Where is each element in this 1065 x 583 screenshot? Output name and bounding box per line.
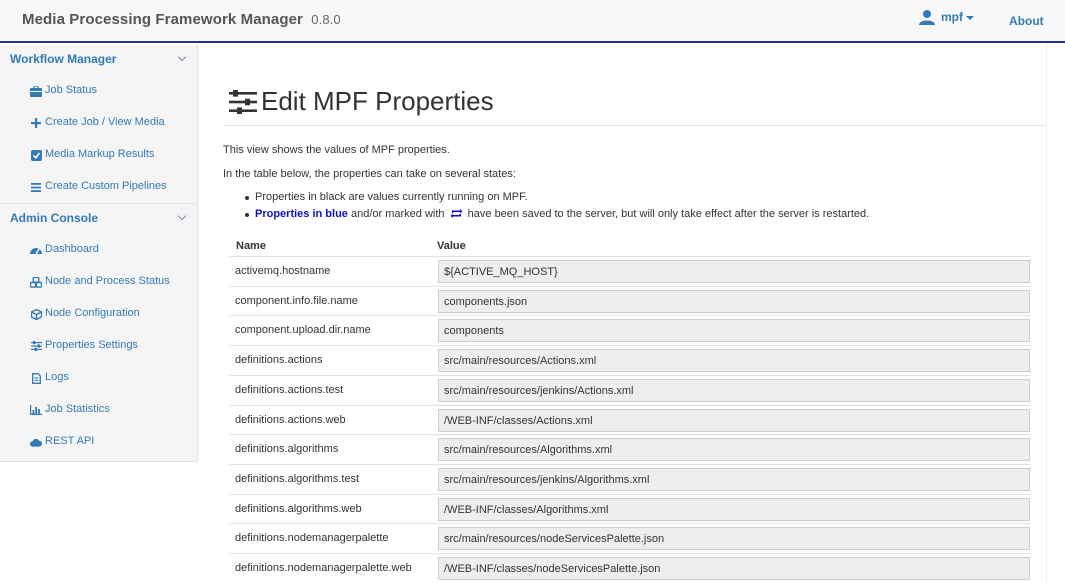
sidebar-item-logs[interactable]: Logs: [0, 362, 197, 394]
property-name: definitions.nodemanagerpalette.web: [235, 562, 412, 574]
property-name: component.upload.dir.name: [235, 324, 371, 337]
title-divider: [223, 125, 1046, 126]
sidebar-item-label: Properties Settings: [45, 339, 138, 351]
property-name: definitions.nodemanagerpalette: [235, 532, 389, 545]
property-name: definitions.actions.web: [235, 413, 346, 426]
property-value-field[interactable]: src/main/resources/jenkins/Actions.xml: [438, 378, 1030, 402]
sidebar-item-node-configuration[interactable]: Node Configuration: [0, 298, 197, 330]
content-border: [1046, 45, 1047, 583]
sliders-icon: [30, 340, 42, 352]
property-name: definitions.actions: [235, 354, 323, 367]
caret-down-icon: [966, 15, 974, 20]
check-square-icon: [30, 149, 42, 161]
file-icon: [30, 372, 42, 384]
list-icon: [30, 181, 42, 193]
sidebar-item-properties-settings[interactable]: Properties Settings: [0, 330, 197, 362]
cubes-icon: [30, 276, 42, 288]
property-value-field[interactable]: ${ACTIVE_MQ_HOST}: [438, 260, 1030, 283]
refresh-icon: [450, 209, 463, 218]
sidebar-item-media-markup-results[interactable]: Media Markup Results: [0, 139, 197, 171]
user-name[interactable]: mpf: [941, 10, 963, 24]
app-title[interactable]: Media Processing Framework Manager: [22, 11, 303, 28]
sidebar-item-job-status[interactable]: Job Status: [0, 75, 197, 107]
sidebar-item-label: Dashboard: [45, 243, 99, 255]
table-row: definitions.actions.test src/main/resourc…: [229, 374, 1031, 405]
sidebar-section-label: Admin Console: [10, 211, 99, 225]
table-row: definitions.nodemanagerpalette src/main/r…: [229, 523, 1031, 553]
state-running-text: Properties in black are values currently…: [255, 191, 528, 203]
property-value-field[interactable]: src/main/resources/Actions.xml: [438, 349, 1030, 373]
bar-chart-icon: [30, 404, 42, 416]
table-row: definitions.algorithms.test src/main/reso…: [229, 463, 1031, 494]
table-row: component.upload.dir.name components: [229, 315, 1031, 345]
property-name: component.info.file.name: [235, 294, 358, 307]
sidebar-item-label: Job Status: [45, 84, 97, 96]
property-name: definitions.actions.test: [235, 383, 344, 396]
table-row: definitions.actions.web/WEB-INF/classes/…: [229, 404, 1031, 435]
sidebar-item-label: Job Statistics: [45, 403, 110, 415]
states-intro-text: In the table below, the properties can t…: [223, 168, 516, 180]
column-header-value: Value: [437, 240, 466, 252]
property-value-field[interactable]: src/main/resources/jenkins/Algorithms.xm…: [438, 467, 1030, 491]
table-row: definitions.algorithms src/main/resources…: [229, 434, 1031, 464]
property-value-field[interactable]: components.json: [438, 289, 1030, 313]
sidebar: Workflow Manager Job Status Create Job /…: [0, 45, 198, 462]
state-pending-label: Properties in blue: [255, 208, 348, 220]
sidebar-item-label: Logs: [45, 371, 69, 383]
sidebar-item-dashboard[interactable]: Dashboard: [0, 234, 197, 266]
intro-text: This view shows the values of MPF proper…: [223, 144, 450, 156]
states-list: Properties in black are values currently…: [245, 191, 869, 225]
property-name: definitions.algorithms.web: [235, 502, 362, 515]
user-icon: [919, 10, 935, 25]
sidebar-item-label: Create Job / View Media: [45, 116, 165, 128]
chevron-down-icon[interactable]: [177, 211, 187, 221]
briefcase-icon: [30, 85, 42, 97]
sidebar-item-node-process-status[interactable]: Node and Process Status: [0, 266, 197, 298]
property-value-field[interactable]: /WEB-INF/classes/nodeServicesPalette.jso…: [438, 557, 1030, 580]
sidebar-section-workflow-manager[interactable]: Workflow Manager: [0, 45, 197, 75]
user-menu[interactable]: mpf: [919, 9, 974, 25]
chevron-down-icon[interactable]: [177, 52, 187, 62]
property-value-field[interactable]: /WEB-INF/classes/Actions.xml: [438, 408, 1030, 432]
table-row: activemq.hostname ${ACTIVE_MQ_HOST}: [229, 256, 1031, 286]
page-title: Edit MPF Properties: [229, 86, 494, 117]
sliders-icon: [229, 89, 257, 114]
sidebar-item-rest-api[interactable]: REST API: [0, 426, 197, 458]
column-header-name: Name: [236, 240, 266, 252]
sidebar-item-label: Media Markup Results: [45, 148, 155, 160]
property-name: definitions.algorithms: [235, 443, 339, 456]
about-link[interactable]: About: [1009, 14, 1044, 28]
property-name: definitions.algorithms.test: [235, 472, 360, 485]
sidebar-item-label: Node Configuration: [45, 307, 140, 319]
dashboard-icon: [30, 244, 42, 256]
sidebar-item-label: Create Custom Pipelines: [45, 180, 167, 192]
list-item: Properties in blue and/or marked with ha…: [245, 208, 869, 225]
app-version: 0.8.0: [311, 12, 341, 27]
top-navbar: Media Processing Framework Manager 0.8.0…: [0, 0, 1065, 43]
property-value-field[interactable]: src/main/resources/Algorithms.xml: [438, 438, 1030, 462]
plus-icon: [30, 117, 42, 129]
property-name: activemq.hostname: [235, 265, 331, 277]
property-value-field[interactable]: src/main/resources/nodeServicesPalette.j…: [438, 527, 1030, 551]
sidebar-item-label: Node and Process Status: [45, 275, 170, 287]
table-row: definitions.algorithms.web/WEB-INF/class…: [229, 493, 1031, 524]
property-value-field[interactable]: /WEB-INF/classes/Algorithms.xml: [438, 497, 1030, 521]
app-brand[interactable]: Media Processing Framework Manager 0.8.0: [22, 11, 341, 28]
sidebar-item-job-statistics[interactable]: Job Statistics: [0, 394, 197, 426]
state-pending-mid: and/or marked with: [350, 208, 445, 220]
cloud-icon: [30, 436, 42, 448]
sidebar-item-label: REST API: [45, 435, 95, 447]
page-title-text: Edit MPF Properties: [261, 86, 494, 116]
state-pending-end: have been saved to the server, but will …: [467, 208, 870, 220]
sidebar-section-admin-console[interactable]: Admin Console: [0, 204, 197, 234]
sidebar-section-label: Workflow Manager: [10, 52, 117, 66]
property-value-field[interactable]: components: [438, 319, 1030, 343]
list-item: Properties in black are values currently…: [245, 191, 869, 208]
sidebar-item-create-custom-pipelines[interactable]: Create Custom Pipelines: [0, 171, 197, 203]
table-row: definitions.actions src/main/resources/Ac…: [229, 345, 1031, 375]
table-row: definitions.nodemanagerpalette.web/WEB-I…: [229, 553, 1031, 583]
cube-icon: [30, 308, 42, 320]
table-row: component.info.file.name components.json: [229, 285, 1031, 316]
sidebar-item-create-job[interactable]: Create Job / View Media: [0, 107, 197, 139]
